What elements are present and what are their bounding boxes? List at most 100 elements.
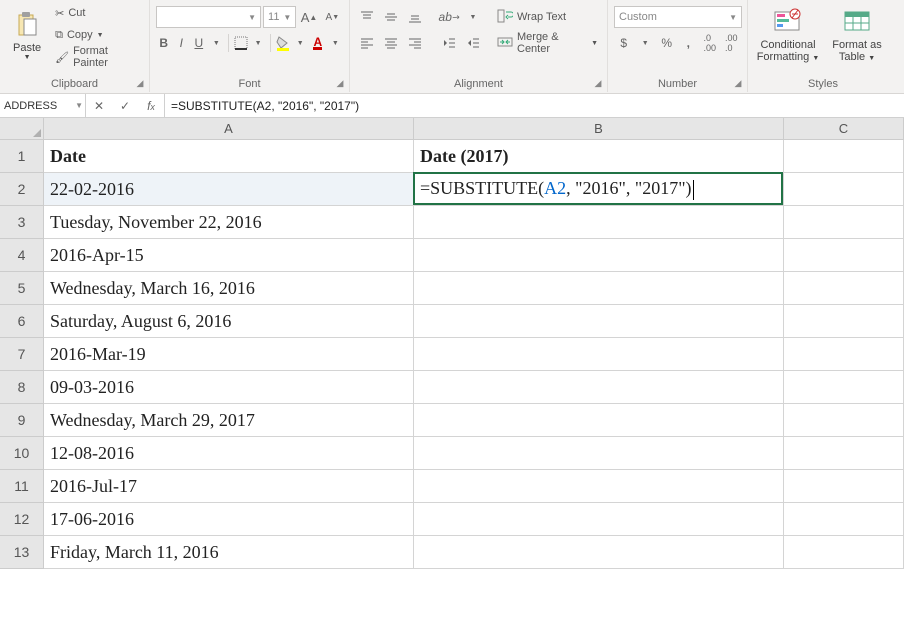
fill-color-button[interactable] <box>275 32 291 54</box>
cell-A7[interactable]: 2016-Mar-19 <box>44 338 414 371</box>
cell-C7[interactable] <box>784 338 904 371</box>
cell-A6[interactable]: Saturday, August 6, 2016 <box>44 305 414 338</box>
row-header-7[interactable]: 7 <box>0 338 44 371</box>
cell-A4[interactable]: 2016-Apr-15 <box>44 239 414 272</box>
cell-C9[interactable] <box>784 404 904 437</box>
decrease-decimal-button[interactable]: .00.0 <box>722 32 742 54</box>
cell-A10[interactable]: 12-08-2016 <box>44 437 414 470</box>
cell-B7[interactable] <box>414 338 784 371</box>
cell-C5[interactable] <box>784 272 904 305</box>
row-header-10[interactable]: 10 <box>0 437 44 470</box>
chevron-down-icon[interactable]: ▼ <box>462 6 484 28</box>
cell-B9[interactable] <box>414 404 784 437</box>
cell-C12[interactable] <box>784 503 904 536</box>
cut-button[interactable]: ✂ Cut <box>52 2 145 24</box>
cell-B13[interactable] <box>414 536 784 569</box>
cell-B5[interactable] <box>414 272 784 305</box>
percent-button[interactable]: % <box>657 32 677 54</box>
cell-A13[interactable]: Friday, March 11, 2016 <box>44 536 414 569</box>
row-header-3[interactable]: 3 <box>0 206 44 239</box>
select-all-corner[interactable] <box>0 118 44 140</box>
dialog-launcher-number[interactable]: ◢ <box>731 76 745 90</box>
orientation-button[interactable]: ab↗ <box>438 6 460 28</box>
cell-C1[interactable] <box>784 140 904 173</box>
align-right-button[interactable] <box>404 32 426 54</box>
cell-A8[interactable]: 09-03-2016 <box>44 371 414 404</box>
increase-font-button[interactable]: A▲ <box>298 6 319 28</box>
row-header-4[interactable]: 4 <box>0 239 44 272</box>
format-as-table-button[interactable]: Format as Table ▼ <box>824 2 890 68</box>
chevron-down-icon[interactable]: ▼ <box>209 32 225 54</box>
font-size-combo[interactable]: 11 ▼ <box>263 6 296 28</box>
cell-B6[interactable] <box>414 305 784 338</box>
align-middle-button[interactable] <box>380 6 402 28</box>
dialog-launcher-clipboard[interactable]: ◢ <box>133 76 147 90</box>
cell-A12[interactable]: 17-06-2016 <box>44 503 414 536</box>
row-header-5[interactable]: 5 <box>0 272 44 305</box>
formula-bar[interactable]: =SUBSTITUTE(A2, "2016", "2017") <box>165 94 904 117</box>
cell-B2[interactable]: =SUBSTITUTE(A2, "2016", "2017") <box>414 173 784 206</box>
column-header-A[interactable]: A <box>44 118 414 140</box>
cell-B4[interactable] <box>414 239 784 272</box>
cell-A2[interactable]: 22-02-2016 <box>44 173 414 206</box>
number-format-combo[interactable]: Custom ▼ <box>614 6 742 28</box>
cancel-formula-button[interactable]: ✕ <box>86 94 112 118</box>
align-top-button[interactable] <box>356 6 378 28</box>
cell-C3[interactable] <box>784 206 904 239</box>
wrap-text-button[interactable]: Wrap Text <box>494 6 601 28</box>
enter-formula-button[interactable]: ✓ <box>112 94 138 118</box>
cell-C10[interactable] <box>784 437 904 470</box>
row-header-12[interactable]: 12 <box>0 503 44 536</box>
cell-B3[interactable] <box>414 206 784 239</box>
bold-button[interactable]: B <box>156 32 172 54</box>
chevron-down-icon[interactable]: ▼ <box>75 101 83 110</box>
font-name-combo[interactable]: ▼ <box>156 6 261 28</box>
column-header-B[interactable]: B <box>414 118 784 140</box>
font-color-button[interactable]: A <box>310 32 326 54</box>
cell-C8[interactable] <box>784 371 904 404</box>
cell-C13[interactable] <box>784 536 904 569</box>
chevron-down-icon[interactable]: ▼ <box>328 32 344 54</box>
comma-button[interactable]: , <box>679 32 699 54</box>
cell-C2[interactable] <box>784 173 904 206</box>
increase-indent-button[interactable] <box>462 32 484 54</box>
increase-decimal-button[interactable]: .0.00 <box>700 32 720 54</box>
row-header-1[interactable]: 1 <box>0 140 44 173</box>
format-painter-button[interactable]: 🖌 Format Painter <box>52 46 145 68</box>
cell-A3[interactable]: Tuesday, November 22, 2016 <box>44 206 414 239</box>
chevron-down-icon[interactable]: ▼ <box>250 32 266 54</box>
cell-A11[interactable]: 2016-Jul-17 <box>44 470 414 503</box>
border-button[interactable] <box>233 32 249 54</box>
decrease-indent-button[interactable] <box>438 32 460 54</box>
cell-B11[interactable] <box>414 470 784 503</box>
decrease-font-button[interactable]: A▼ <box>322 6 343 28</box>
cell-A1[interactable]: Date <box>44 140 414 173</box>
cell-B10[interactable] <box>414 437 784 470</box>
cell-A5[interactable]: Wednesday, March 16, 2016 <box>44 272 414 305</box>
italic-button[interactable]: I <box>174 32 190 54</box>
row-header-11[interactable]: 11 <box>0 470 44 503</box>
align-bottom-button[interactable] <box>404 6 426 28</box>
dialog-launcher-alignment[interactable]: ◢ <box>591 76 605 90</box>
dialog-launcher-font[interactable]: ◢ <box>333 76 347 90</box>
row-header-9[interactable]: 9 <box>0 404 44 437</box>
cell-B12[interactable] <box>414 503 784 536</box>
currency-button[interactable]: $ <box>614 32 634 54</box>
copy-button[interactable]: ⧉ Copy ▼ <box>52 24 145 46</box>
cell-B8[interactable] <box>414 371 784 404</box>
merge-center-button[interactable]: Merge & Center ▼ <box>494 32 601 54</box>
cell-C6[interactable] <box>784 305 904 338</box>
name-box[interactable]: ▼ <box>0 94 86 117</box>
paste-button[interactable]: Paste ▼ <box>4 2 50 68</box>
column-header-C[interactable]: C <box>784 118 904 140</box>
chevron-down-icon[interactable]: ▼ <box>636 32 656 54</box>
align-center-button[interactable] <box>380 32 402 54</box>
row-header-2[interactable]: 2 <box>0 173 44 206</box>
cell-A9[interactable]: Wednesday, March 29, 2017 <box>44 404 414 437</box>
cell-C4[interactable] <box>784 239 904 272</box>
cell-B1[interactable]: Date (2017) <box>414 140 784 173</box>
conditional-formatting-button[interactable]: Conditional Formatting ▼ <box>752 2 824 68</box>
row-header-8[interactable]: 8 <box>0 371 44 404</box>
row-header-13[interactable]: 13 <box>0 536 44 569</box>
underline-button[interactable]: U <box>191 32 207 54</box>
